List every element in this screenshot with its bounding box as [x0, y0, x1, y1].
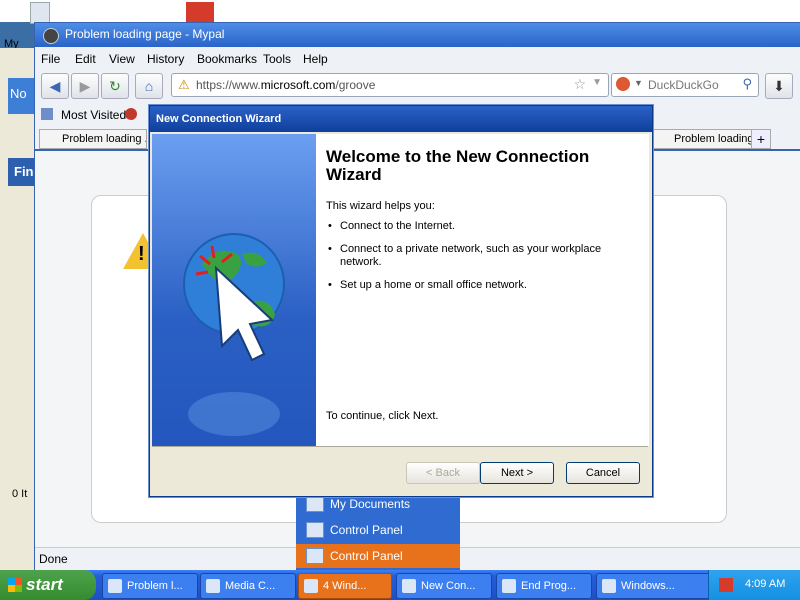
- desktop-top-strip: [0, 0, 800, 22]
- home-icon[interactable]: ⌂: [135, 73, 163, 99]
- start-menu-label: My Documents: [330, 497, 411, 511]
- start-menu-fragment: My Documents Control Panel Control Panel: [296, 492, 460, 570]
- wizard-title: New Connection Wizard: [156, 113, 282, 125]
- cancel-button[interactable]: Cancel: [566, 462, 640, 484]
- bookmark-star-icon[interactable]: ☆: [573, 76, 586, 93]
- taskbar-item-label: Windows...: [621, 580, 675, 592]
- url-text: https://www.microsoft.com/groove: [196, 78, 375, 92]
- menu-history[interactable]: History: [147, 52, 184, 66]
- desktop-app-icon[interactable]: [186, 2, 214, 22]
- start-menu-control-panel-active[interactable]: Control Panel: [296, 544, 460, 568]
- tray-app-icon[interactable]: [719, 578, 733, 592]
- menu-file[interactable]: File: [41, 52, 60, 66]
- url-domain: microsoft.com: [260, 78, 336, 92]
- start-menu-label: Control Panel: [330, 523, 403, 537]
- next-button[interactable]: Next >: [480, 462, 554, 484]
- start-button[interactable]: start: [0, 570, 96, 600]
- folder-icon: [306, 496, 324, 512]
- error-exclamation-icon: !: [138, 243, 145, 265]
- url-path: /groove: [335, 78, 376, 92]
- browser-title: Problem loading page - Mypal: [65, 27, 225, 41]
- start-menu-control-panel[interactable]: Control Panel: [296, 518, 460, 542]
- menu-bookmarks[interactable]: Bookmarks: [197, 52, 257, 66]
- menu-help[interactable]: Help: [303, 52, 328, 66]
- windows-flag-icon: [8, 578, 22, 592]
- url-bar[interactable]: ⚠ https://www.microsoft.com/groove ☆ ▼: [171, 73, 609, 97]
- navigation-toolbar: ◀ ▶ ↻ ⌂ ⚠ https://www.microsoft.com/groo…: [35, 69, 800, 101]
- menu-bar: File Edit View History Bookmarks Tools H…: [35, 49, 800, 69]
- background-item-count: 0 It: [12, 488, 28, 500]
- bookmark-favicon-icon[interactable]: [125, 108, 137, 120]
- wizard-main-panel: Welcome to the New Connection Wizard Thi…: [316, 134, 649, 446]
- wizard-side-panel: [152, 134, 316, 446]
- taskbar-item-windows[interactable]: Windows...: [596, 573, 718, 599]
- desktop-document-icon[interactable]: [30, 2, 50, 24]
- download-icon[interactable]: ⬇: [765, 73, 793, 99]
- taskbar-item-label: 4 Wind...: [323, 580, 367, 592]
- search-icon[interactable]: ⚲: [742, 76, 752, 92]
- browser-icon: [108, 579, 122, 593]
- taskbar: start Problem l... Media C... 4 Wind... …: [0, 570, 800, 600]
- wizard-separator: [152, 446, 648, 447]
- warning-icon[interactable]: ⚠: [178, 77, 190, 93]
- wizard-bullet-list: Connect to the Internet. Connect to a pr…: [326, 220, 626, 302]
- url-dropdown-icon[interactable]: ▼: [592, 77, 602, 88]
- wizard-titlebar[interactable]: New Connection Wizard: [150, 106, 652, 132]
- menu-view[interactable]: View: [109, 52, 135, 66]
- wizard-heading: Welcome to the New Connection Wizard: [326, 147, 590, 184]
- reload-icon[interactable]: ↻: [101, 73, 129, 99]
- menu-edit[interactable]: Edit: [75, 52, 96, 66]
- browser-app-icon: [43, 28, 59, 44]
- back-arrow-icon[interactable]: ◀: [41, 73, 69, 99]
- taskbar-item-label: Problem l...: [127, 580, 183, 592]
- system-tray: 4:09 AM: [708, 570, 800, 600]
- taskbar-item-windows-group[interactable]: 4 Wind...: [298, 573, 392, 599]
- search-engine-dropdown-icon[interactable]: ▼: [634, 78, 643, 88]
- globe-cursor-icon: [183, 233, 285, 436]
- media-center-icon: [206, 579, 220, 593]
- wizard-bullet: Connect to a private network, such as yo…: [326, 243, 626, 269]
- browser-titlebar[interactable]: Problem loading page - Mypal: [35, 23, 800, 47]
- network-icon: [402, 579, 416, 593]
- bookmark-most-visited[interactable]: Most Visited: [61, 108, 126, 122]
- taskbar-item-media-center[interactable]: Media C...: [200, 573, 296, 599]
- wizard-bullet: Connect to the Internet.: [326, 220, 626, 233]
- wizard-continue-text: To continue, click Next.: [326, 410, 439, 422]
- new-tab-plus-icon[interactable]: +: [751, 129, 771, 149]
- taskbar-item-label: New Con...: [421, 580, 476, 592]
- taskbar-item-new-connection[interactable]: New Con...: [396, 573, 492, 599]
- taskbar-item-problem-loading[interactable]: Problem l...: [102, 573, 198, 599]
- taskbar-item-label: End Prog...: [521, 580, 577, 592]
- status-text: Done: [39, 552, 68, 566]
- duckduckgo-icon[interactable]: [616, 77, 630, 91]
- tab-problem-loading-1[interactable]: Problem loading ...: [39, 129, 147, 149]
- new-connection-wizard-dialog: New Connection Wizard Welcome to the New…: [149, 105, 653, 497]
- wizard-intro: This wizard helps you:: [326, 200, 435, 212]
- back-button[interactable]: < Back: [406, 462, 480, 484]
- control-panel-icon: [306, 522, 324, 538]
- search-bar[interactable]: ▼ DuckDuckGo ⚲: [611, 73, 759, 97]
- menu-tools[interactable]: Tools: [263, 52, 291, 66]
- background-tab-label: No: [10, 86, 27, 101]
- taskbar-item-label: Media C...: [225, 580, 276, 592]
- folder-icon: [304, 579, 318, 593]
- wizard-bullet: Set up a home or small office network.: [326, 279, 626, 292]
- start-menu-label: Control Panel: [330, 549, 403, 563]
- url-prefix: https://www.: [196, 78, 261, 92]
- window-icon: [502, 579, 516, 593]
- forward-arrow-icon[interactable]: ▶: [71, 73, 99, 99]
- most-visited-icon: [41, 108, 53, 120]
- background-find-label: Fin: [14, 164, 34, 179]
- windows-app-icon: [602, 579, 616, 593]
- search-placeholder: DuckDuckGo: [648, 78, 719, 92]
- start-label: start: [26, 575, 63, 594]
- clock[interactable]: 4:09 AM: [745, 578, 785, 590]
- taskbar-item-end-program[interactable]: End Prog...: [496, 573, 592, 599]
- control-panel-icon: [306, 548, 324, 564]
